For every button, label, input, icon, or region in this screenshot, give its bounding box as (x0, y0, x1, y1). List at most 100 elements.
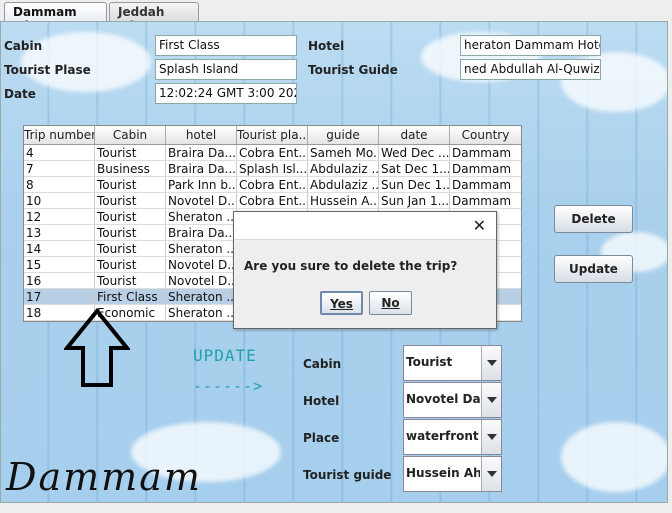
table-cell: Novotel D... (168, 257, 237, 272)
table-cell: Dammam (452, 162, 512, 176)
table-cell: Braira Da... (168, 161, 237, 176)
chevron-down-icon[interactable] (481, 383, 501, 417)
table-cell: 4 (24, 145, 95, 160)
update-cabin-label: Cabin (303, 357, 342, 371)
chevron-down-icon[interactable] (481, 346, 501, 380)
hotel-field[interactable]: heraton Dammam Hotel (460, 35, 601, 56)
table-cell: Sameh Mo... (310, 145, 379, 160)
tab-jeddah-trips[interactable]: Jeddah trips (109, 2, 199, 33)
table-cell: Sheraton ... (168, 241, 237, 256)
city-title: Dammam (6, 455, 202, 499)
table-cell: Park Inn b... (168, 177, 237, 192)
table-cell: Abdulaziz ... (310, 177, 379, 192)
table-cell: 15 (24, 257, 95, 272)
update-place-combo[interactable]: waterfront (403, 419, 502, 455)
table-cell: Novotel D... (168, 273, 237, 288)
table-cell: Sheraton ... (168, 305, 237, 320)
update-guide-label: Tourist guide (303, 468, 392, 482)
update-cabin-combo[interactable]: Tourist (403, 345, 502, 381)
table-row[interactable]: 8 Tourist Park Inn b... Cobra Ent... Abdulaz… (24, 177, 521, 193)
close-icon[interactable]: ✕ (473, 216, 486, 235)
update-arrow-text: ------> (193, 377, 264, 395)
table-cell: Tourist (95, 193, 166, 208)
table-cell: Dammam (452, 178, 512, 192)
update-hotel-label: Hotel (303, 394, 340, 408)
table-cell: Abdulaziz ... (310, 161, 379, 176)
update-heading: UPDATE (193, 346, 257, 365)
table-cell: Tourist (95, 177, 166, 192)
table-cell: 8 (24, 177, 95, 192)
update-cabin-value: Tourist (406, 355, 453, 369)
date-field[interactable]: 12:02:24 GMT 3:00 2020 (155, 83, 297, 104)
tab-dammam-trips[interactable]: Dammam trips (4, 2, 107, 33)
update-guide-combo[interactable]: Hussein Ah... (403, 456, 502, 492)
table-cell: Tourist (95, 257, 166, 272)
table-row[interactable]: 4 Tourist Braira Da... Cobra Ent... Sameh Mo… (24, 145, 521, 161)
tourist-place-label: Tourist Plase (4, 63, 91, 77)
chevron-down-icon[interactable] (481, 457, 501, 491)
update-place-value: waterfront (406, 429, 479, 443)
table-cell: Sheraton ... (168, 209, 237, 224)
cloud-decoration (561, 422, 667, 492)
table-cell: 12 (24, 209, 95, 224)
table-row[interactable]: 10 Tourist Novotel D... Cobra Ent... Hussein… (24, 193, 521, 209)
table-cell: Tourist (95, 145, 166, 160)
hotel-label: Hotel (308, 39, 345, 53)
column-header-hotel[interactable]: hotel (166, 126, 237, 144)
update-place-label: Place (303, 431, 340, 445)
column-header-guide[interactable]: guide (308, 126, 379, 144)
column-header-cabin[interactable]: Cabin (95, 126, 166, 144)
table-cell: 16 (24, 273, 95, 288)
table-cell: Sheraton ... (168, 289, 237, 304)
table-cell: Tourist (95, 273, 166, 288)
column-header-country[interactable]: Country (450, 126, 521, 144)
tourist-place-field[interactable]: Splash Island (155, 59, 297, 80)
table-cell: 10 (24, 193, 95, 208)
table-cell: Wed Dec ... (381, 145, 450, 160)
yes-button[interactable]: Yes (320, 291, 363, 315)
delete-button[interactable]: Delete (554, 205, 633, 233)
column-header-date[interactable]: date (379, 126, 450, 144)
table-row[interactable]: 7 Business Braira Da... Splash Isl... Abdula… (24, 161, 521, 177)
table-cell: 13 (24, 225, 95, 240)
update-hotel-combo[interactable]: Novotel Da... (403, 382, 502, 418)
column-header-trip-number[interactable]: Trip number (24, 126, 95, 144)
dialog-titlebar: ✕ (234, 212, 496, 240)
table-header: Trip number Cabin hotel Tourist pla... g… (24, 126, 521, 145)
up-arrow-icon (64, 308, 130, 387)
cabin-label: Cabin (4, 39, 43, 53)
table-cell: 17 (24, 289, 95, 304)
table-cell: Business (95, 161, 166, 176)
tourist-guide-label: Tourist Guide (308, 63, 398, 77)
table-cell: Novotel D... (168, 193, 237, 208)
update-guide-value: Hussein Ah... (406, 466, 480, 480)
update-button[interactable]: Update (554, 255, 633, 283)
table-cell: Cobra Ent... (239, 177, 308, 192)
update-hotel-value: Novotel Da... (406, 392, 480, 406)
dialog-message: Are you sure to delete the trip? (244, 259, 458, 273)
table-cell: Sat Dec 1... (381, 161, 450, 176)
table-cell: Hussein A... (310, 193, 379, 208)
table-cell: Sun Dec 1... (381, 177, 450, 192)
table-cell: 14 (24, 241, 95, 256)
tourist-guide-field[interactable]: ned Abdullah Al-Quwizani (460, 59, 601, 80)
table-cell: 7 (24, 161, 95, 176)
table-cell: Braira Da... (168, 225, 237, 240)
table-cell: Cobra Ent... (239, 145, 308, 160)
table-cell: Sun Jan 1... (381, 193, 450, 208)
table-cell: Splash Isl... (239, 161, 308, 176)
no-button[interactable]: No (369, 291, 412, 315)
confirm-delete-dialog: ✕ Are you sure to delete the trip? Yes N… (233, 211, 497, 329)
column-header-tourist-place[interactable]: Tourist pla... (237, 126, 308, 144)
table-cell: Braira Da... (168, 145, 237, 160)
table-cell: Cobra Ent... (239, 193, 308, 208)
table-cell: Tourist (95, 209, 166, 224)
date-label: Date (4, 87, 36, 101)
table-cell: Tourist (95, 241, 166, 256)
table-cell: Dammam (452, 146, 512, 160)
table-cell: First Class (95, 289, 166, 304)
chevron-down-icon[interactable] (481, 420, 501, 454)
cabin-field[interactable]: First Class (155, 35, 297, 56)
tab-bar: Dammam trips Jeddah trips (0, 0, 672, 33)
table-cell: Tourist (95, 225, 166, 240)
